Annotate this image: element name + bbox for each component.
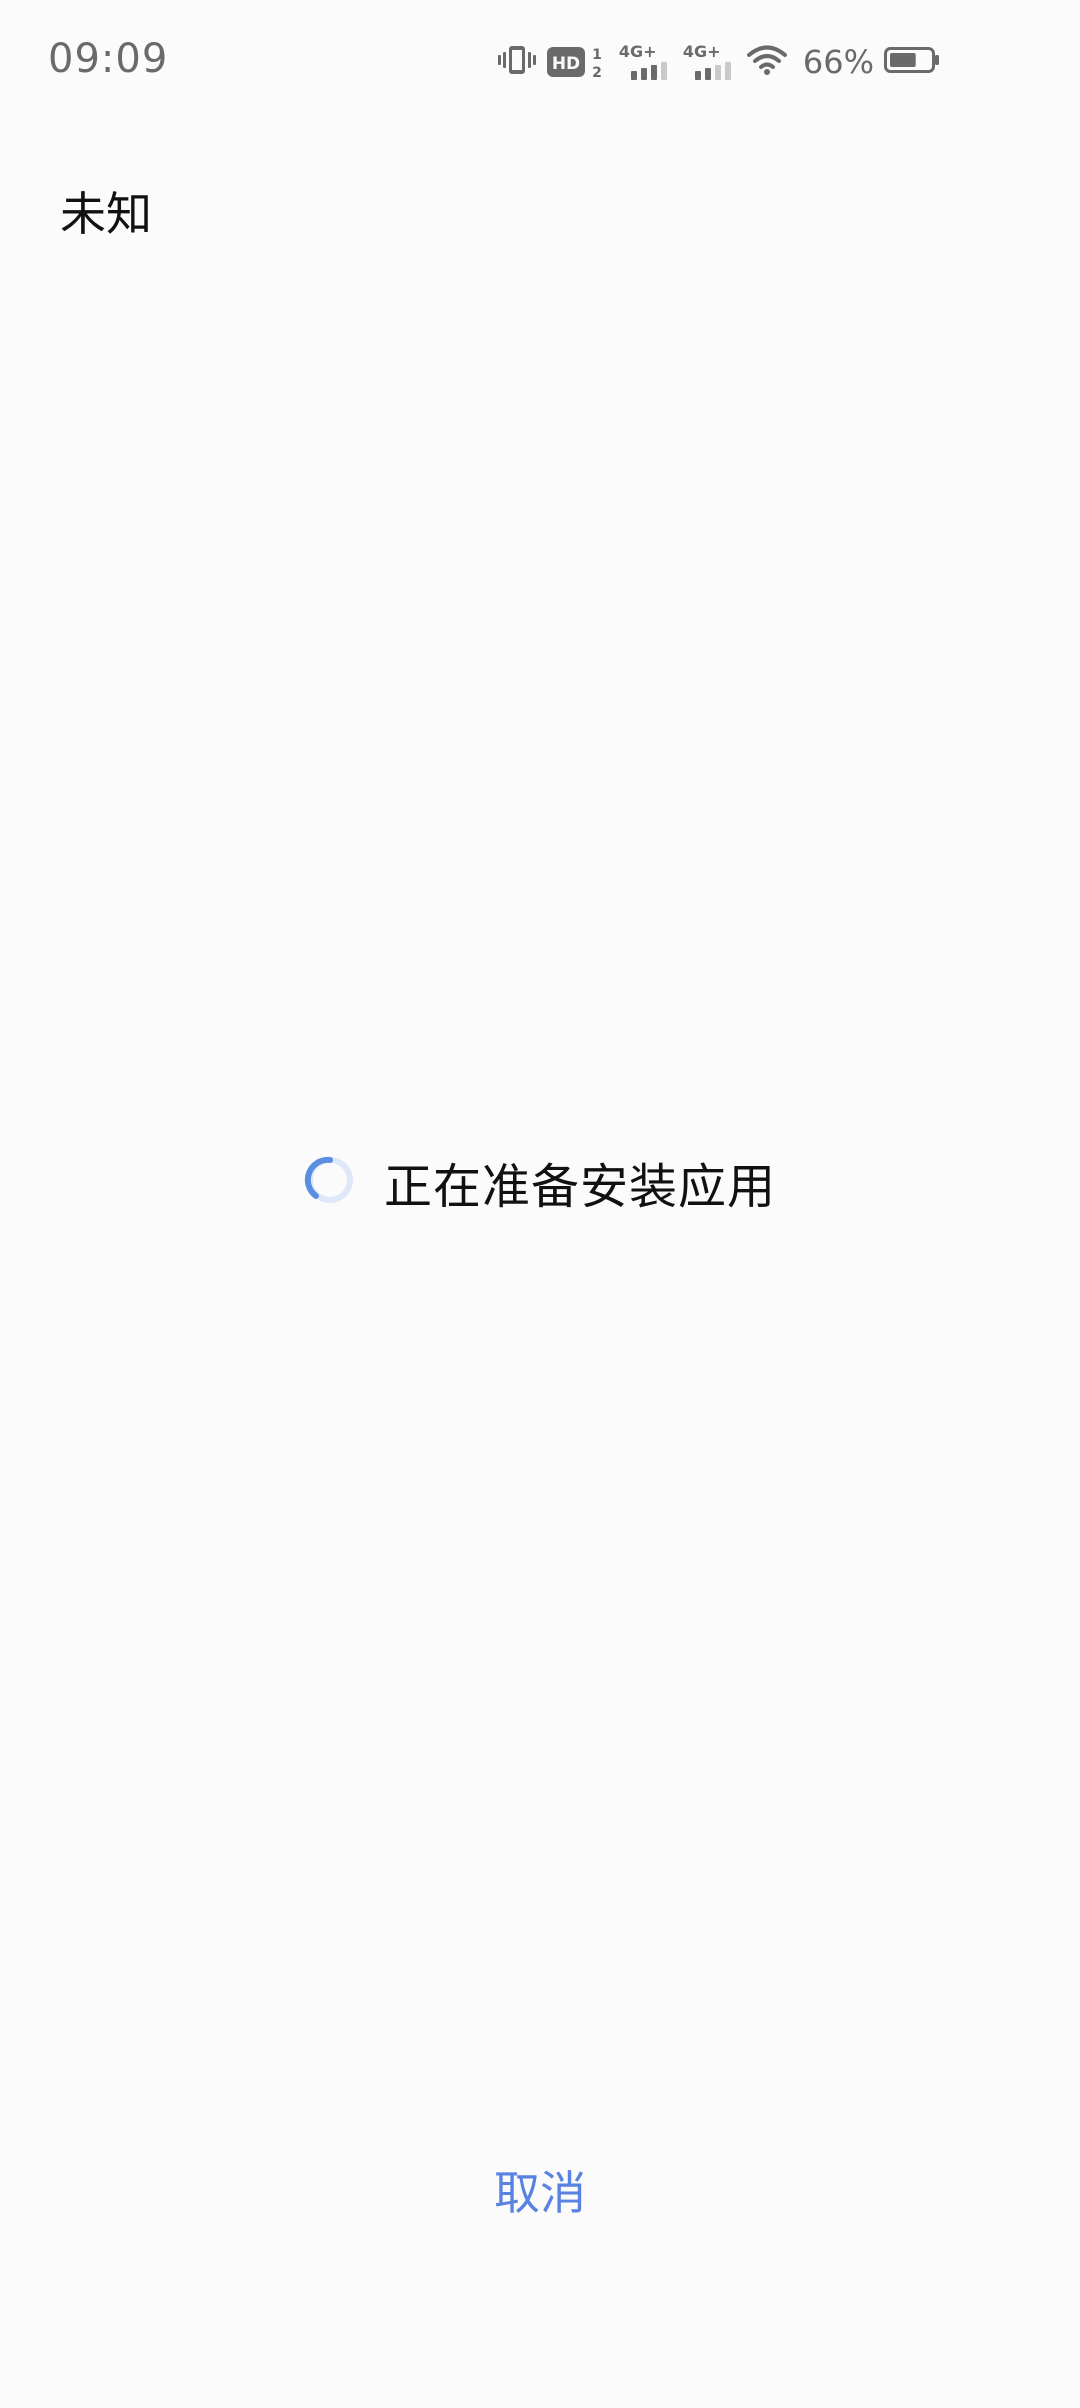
vibrate-icon	[497, 43, 537, 81]
cancel-button[interactable]: 取消	[390, 2150, 690, 2230]
battery-icon	[884, 45, 940, 79]
loading-message: 正在准备安装应用	[383, 1159, 776, 1215]
status-bar: 09:09 HD 1 2 4G+ 4G+ 66%	[0, 0, 1080, 120]
loading-indicator: 正在准备安装应用	[0, 1150, 1080, 1215]
network-type-2: 4G+	[682, 42, 721, 61]
loading-spinner-icon	[304, 1154, 356, 1210]
network-type-1: 4G+	[618, 42, 657, 61]
wifi-icon	[746, 44, 787, 80]
battery-percent: 66%	[802, 43, 874, 81]
hd-sim-bottom: 2	[592, 65, 602, 80]
app-title: 未知	[60, 187, 152, 241]
hd-icon: HD 1 2	[546, 44, 609, 80]
hd-sim-top: 1	[592, 47, 602, 63]
hd-label: HD	[552, 54, 580, 74]
status-icons: HD 1 2 4G+ 4G+ 66%	[497, 38, 940, 86]
installer-screen: 09:09 HD 1 2 4G+ 4G+ 66% 未知 正在准备安装应用 取消	[0, 0, 1080, 2408]
signal-icon: 4G+	[619, 42, 673, 82]
status-time: 09:09	[48, 36, 169, 82]
signal-icon: 4G+	[683, 42, 737, 82]
